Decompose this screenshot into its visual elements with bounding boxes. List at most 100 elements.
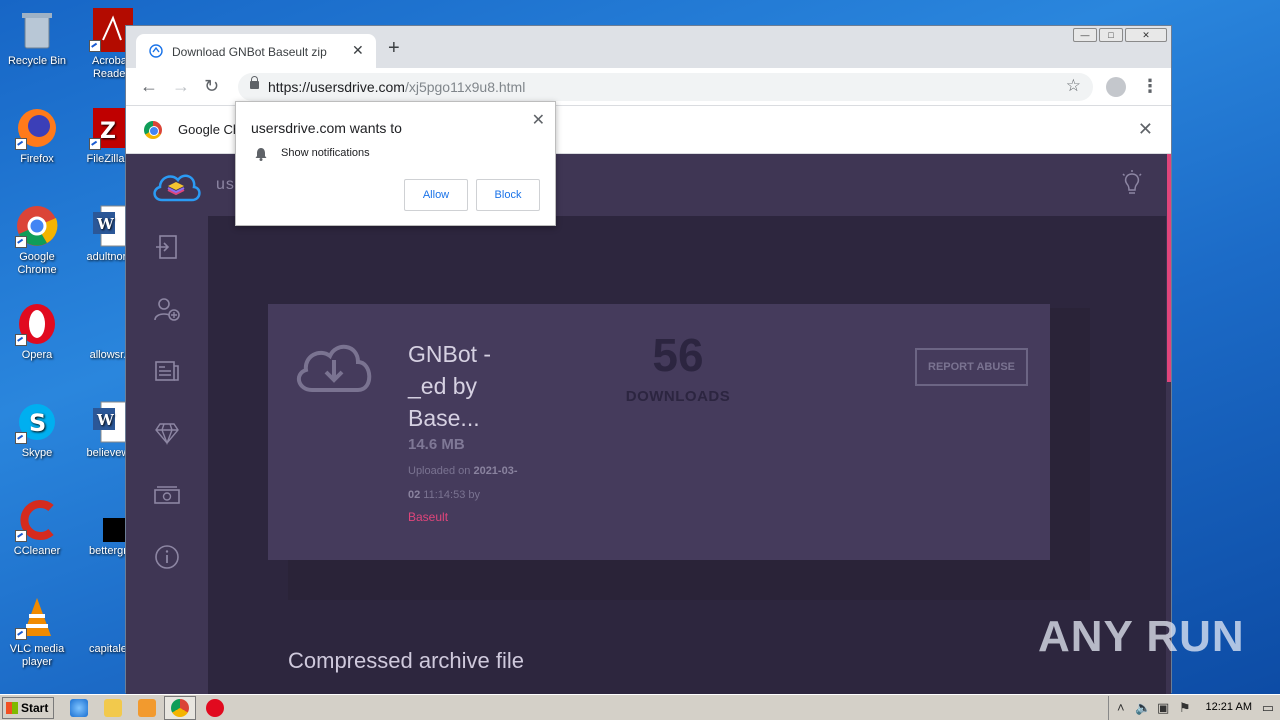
desktop-icon-label: Opera xyxy=(21,349,53,361)
explorer-folder-icon[interactable] xyxy=(104,699,122,717)
desktop-icon-chrome[interactable]: Google Chrome xyxy=(0,204,74,277)
system-tray: ˄ 🔈 ▣ ⚑ 12:21 AM ▭ xyxy=(1108,696,1280,720)
bookmark-star-icon[interactable]: ☆ xyxy=(1066,76,1081,96)
profile-avatar-icon[interactable] xyxy=(1106,77,1126,97)
desktop-icon-label: Firefox xyxy=(20,153,54,165)
infobar-text: Google Ch xyxy=(178,122,241,137)
url-text[interactable]: https://usersdrive.com/xj5pgo11x9u8.html xyxy=(268,79,525,95)
shortcut-arrow-icon xyxy=(89,40,101,52)
clock[interactable]: 12:21 AM xyxy=(1206,701,1252,713)
kebab-menu-icon[interactable]: ⋮ xyxy=(1141,76,1159,96)
svg-text:Z: Z xyxy=(100,119,116,144)
taskbar: Start ˄ 🔈 ▣ ⚑ 12:21 AM ▭ xyxy=(0,694,1280,720)
brand-name[interactable]: us xyxy=(216,176,235,194)
desktop-icon-label: VLC media player xyxy=(9,643,65,668)
ie-icon[interactable] xyxy=(70,699,88,717)
lightbulb-icon[interactable] xyxy=(1121,170,1143,198)
diamond-icon[interactable] xyxy=(154,420,180,446)
uploader-link[interactable]: Baseult xyxy=(408,510,448,524)
shortcut-arrow-icon xyxy=(89,138,101,150)
page-content: us GNBot - _ed by Base... 14.6 MB Upload… xyxy=(126,154,1171,694)
desktop-icon-label: Skype xyxy=(21,447,53,459)
back-arrow-icon[interactable]: ← xyxy=(140,76,158,96)
forward-arrow-icon[interactable]: → xyxy=(172,76,190,96)
desktop-icon-firefox[interactable]: Firefox xyxy=(0,106,74,166)
anyrun-watermark: ANY RUN xyxy=(1038,612,1245,661)
downloads-count: 56 xyxy=(652,329,704,381)
tab-close-icon[interactable]: ✕ xyxy=(352,42,364,59)
action-center-flag-icon[interactable]: ⚑ xyxy=(1179,700,1191,716)
uploaded-time: 11:14:53 by xyxy=(420,489,480,501)
info-icon[interactable] xyxy=(154,544,180,570)
lock-icon[interactable] xyxy=(250,76,259,89)
permission-text: Show notifications xyxy=(281,147,370,159)
cloud-download-icon xyxy=(296,345,372,392)
shortcut-arrow-icon xyxy=(15,432,27,444)
site-sidebar xyxy=(126,216,208,694)
scrollbar-thumb[interactable] xyxy=(1167,154,1171,382)
add-user-icon[interactable] xyxy=(154,296,180,322)
popup-close-icon[interactable]: ✕ xyxy=(532,110,545,130)
shortcut-arrow-icon xyxy=(15,628,27,640)
taskbar-chrome-button[interactable] xyxy=(164,696,196,720)
volume-icon[interactable]: 🔈 xyxy=(1135,700,1151,716)
recycle-bin-icon xyxy=(15,8,59,52)
section-title: Compressed archive file xyxy=(288,648,524,673)
address-bar[interactable]: https://usersdrive.com/xj5pgo11x9u8.html… xyxy=(238,73,1093,101)
desktop-icon-label: CCleaner xyxy=(13,545,61,557)
desktop-icon-vlc[interactable]: VLC media player xyxy=(0,596,74,669)
shortcut-arrow-icon xyxy=(15,530,27,542)
desktop-icon-skype[interactable]: S Skype xyxy=(0,400,74,460)
report-abuse-button[interactable]: REPORT ABUSE xyxy=(915,348,1028,386)
desktop-icon-opera[interactable]: Opera xyxy=(0,302,74,362)
firefox-icon xyxy=(15,106,59,150)
maximize-button[interactable]: □ xyxy=(1099,28,1123,42)
minimize-button[interactable]: — xyxy=(1073,28,1097,42)
new-tab-button[interactable]: + xyxy=(388,38,400,58)
chrome-logo-icon xyxy=(144,121,162,139)
cloud-logo-icon[interactable] xyxy=(150,167,202,203)
svg-text:S: S xyxy=(29,409,46,437)
downloads-label: DOWNLOADS xyxy=(625,388,731,405)
opera-icon[interactable] xyxy=(206,699,224,717)
reload-icon[interactable]: ↻ xyxy=(204,76,219,96)
bell-icon xyxy=(255,148,267,161)
block-button[interactable]: Block xyxy=(476,179,540,211)
shortcut-arrow-icon xyxy=(15,138,27,150)
main-area: GNBot - _ed by Base... 14.6 MB Uploaded … xyxy=(208,216,1166,694)
skype-icon: S xyxy=(15,400,59,444)
window-controls: — □ ✕ xyxy=(1073,28,1167,42)
popup-title: usersdrive.com wants to xyxy=(251,120,402,136)
file-card: GNBot - _ed by Base... 14.6 MB Uploaded … xyxy=(268,304,1050,560)
tab-download-gnbot[interactable]: Download GNBot Baseult zip ✕ xyxy=(136,34,376,68)
desktop-icon-label: Google Chrome xyxy=(17,251,57,276)
shortcut-arrow-icon xyxy=(15,236,27,248)
infobar-close-icon[interactable]: ✕ xyxy=(1138,119,1153,140)
desktop-icon-recycle-bin[interactable]: Recycle Bin xyxy=(0,8,74,68)
desktop-icon-ccleaner[interactable]: CCleaner xyxy=(0,498,74,558)
url-path: /xj5pgo11x9u8.html xyxy=(404,79,526,95)
login-icon[interactable] xyxy=(154,234,180,260)
start-button[interactable]: Start xyxy=(2,697,54,719)
file-size: 14.6 MB xyxy=(408,436,465,453)
network-icon[interactable]: ▣ xyxy=(1157,700,1169,716)
chrome-icon xyxy=(171,699,189,717)
start-label: Start xyxy=(21,701,49,715)
media-player-icon[interactable] xyxy=(138,699,156,717)
shortcut-arrow-icon xyxy=(15,334,27,346)
money-icon[interactable] xyxy=(154,482,180,508)
vlc-cone-icon xyxy=(15,596,59,640)
show-desktop-icon[interactable]: ▭ xyxy=(1262,700,1274,716)
uploaded-prefix: Uploaded on xyxy=(408,465,474,477)
desktop-icon-label: Recycle Bin xyxy=(7,55,67,67)
allow-button[interactable]: Allow xyxy=(404,179,468,211)
newspaper-icon[interactable] xyxy=(154,358,180,384)
upload-info: Uploaded on 2021-03-02 11:14:53 by xyxy=(408,459,528,507)
show-hidden-icons-icon[interactable]: ˄ xyxy=(1117,700,1125,715)
cloud-favicon-icon xyxy=(149,44,163,58)
window-close-button[interactable]: ✕ xyxy=(1125,28,1167,42)
opera-icon xyxy=(15,302,59,346)
tab-strip: Download GNBot Baseult zip ✕ + — □ ✕ xyxy=(126,26,1171,68)
chrome-icon xyxy=(15,204,59,248)
svg-text:W: W xyxy=(96,411,115,429)
